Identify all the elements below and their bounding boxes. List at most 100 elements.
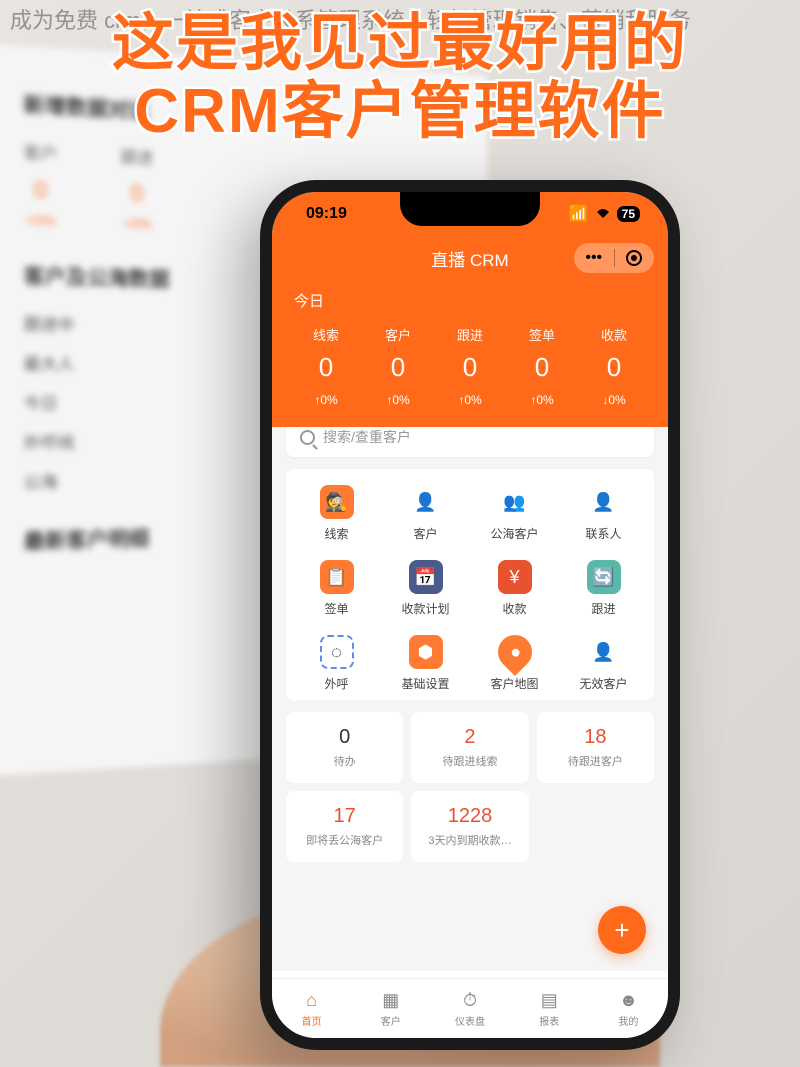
nav-me[interactable]: ☻ 我的 xyxy=(589,979,668,1038)
module-label: 线索 xyxy=(324,525,348,542)
task-num: 18 xyxy=(543,726,648,749)
invalid-icon: 👤 xyxy=(587,635,621,669)
settings-icon: ⬢ xyxy=(409,635,443,669)
stat-item-签单[interactable]: 签单 0 ↑0% xyxy=(506,325,578,407)
stat-pct: ↑0% xyxy=(434,393,506,407)
nav-home[interactable]: ⌂首页 xyxy=(272,979,351,1038)
nav-reports[interactable]: ▤报表 xyxy=(510,979,589,1038)
module-customer-map[interactable]: ●客户地图 xyxy=(472,635,557,692)
stat-value: 0 xyxy=(434,352,506,383)
task-grid: 17即将丢公海客户 1228 3天内到期收款… xyxy=(286,791,654,862)
bottom-nav: ⌂首页 ▦ 客户 ⏱ 仪表盘 ▤报表 ☻ 我的 xyxy=(272,978,668,1038)
stat-item-客户[interactable]: 客户0↑0% xyxy=(362,325,434,407)
module-label: 收款计划 xyxy=(401,600,449,617)
task-label: 待跟进线索 xyxy=(417,753,522,769)
module-label: 联系人 xyxy=(585,525,621,542)
module-outbound[interactable]: ◌ 外呼 xyxy=(294,635,379,692)
outbound-icon: ◌ xyxy=(320,635,354,669)
stat-label: 线索 xyxy=(290,325,362,344)
sign-icon: 📋 xyxy=(320,560,354,594)
module-settings[interactable]: ⬢ 基础设置 xyxy=(383,635,468,692)
nav-label: 仪表盘 xyxy=(455,1013,485,1028)
customer-map-icon: ● xyxy=(490,628,538,676)
nav-customers[interactable]: ▦ 客户 xyxy=(351,979,430,1038)
dashboard-icon: ⏱ xyxy=(463,990,477,1011)
nav-label: 首页 xyxy=(302,1013,322,1028)
module-label: 签单 xyxy=(324,600,348,617)
capsule-close-button[interactable] xyxy=(615,250,655,266)
desktop-col-pct: +0% xyxy=(23,211,57,229)
wifi-icon xyxy=(595,208,611,220)
stat-label: 签单 xyxy=(506,325,578,344)
capsule-menu-button[interactable]: ••• xyxy=(574,249,614,267)
stat-item-跟进[interactable]: 跟进 0 ↑0% xyxy=(434,325,506,407)
today-stats-panel: 今日 线索0↑0%客户0↑0%跟进0↑0%签单0↑0%收款0↓0% xyxy=(272,280,668,427)
search-placeholder: 搜索/查重客户 xyxy=(323,427,411,447)
stat-item-收款[interactable]: 收款0↓0% xyxy=(578,325,650,407)
desktop-col-label: 跟进 xyxy=(120,143,153,169)
phone-screen: 09:19 📶 75 直播 CRM ••• 今日 线索0↑0%客户0↑0%跟进0… xyxy=(272,192,668,1038)
stat-label: 跟进 xyxy=(434,325,506,344)
nav-label: 客户 xyxy=(381,1013,401,1028)
module-payment[interactable]: ¥收款 xyxy=(472,560,557,617)
phone-frame: 09:19 📶 75 直播 CRM ••• 今日 线索0↑0%客户0↑0%跟进0… xyxy=(260,180,680,1050)
stat-item-线索[interactable]: 线索0↑0% xyxy=(290,325,362,407)
module-customer[interactable]: 👤 客户 xyxy=(383,485,468,542)
module-label: 收款 xyxy=(502,600,526,617)
search-box[interactable]: 搜索/查重客户 xyxy=(286,427,654,457)
module-label: 外呼 xyxy=(324,675,348,692)
task-num: 1228 xyxy=(417,805,522,828)
task-label: 待跟进客户 xyxy=(543,753,648,769)
followup-icon: 🔄 xyxy=(587,560,621,594)
headline-line: CRM客户管理软件 xyxy=(0,78,800,146)
task-card[interactable]: 0待办 xyxy=(286,712,403,783)
nav-label: 我的 xyxy=(618,1013,638,1028)
module-sign[interactable]: 📋 签单 xyxy=(294,560,379,617)
reports-icon: ▤ xyxy=(541,990,558,1011)
add-button[interactable]: + xyxy=(598,906,646,954)
task-label: 待办 xyxy=(292,753,397,769)
app-title: 直播 CRM xyxy=(431,246,508,271)
battery-indicator: 75 xyxy=(617,206,640,222)
phone-notch xyxy=(400,192,540,226)
public-customer-icon: 👥 xyxy=(498,485,532,519)
task-grid: 0待办 2 待跟进线索 18 待跟进客户 xyxy=(286,712,654,783)
me-icon: ☻ xyxy=(619,990,638,1011)
task-label: 即将丢公海客户 xyxy=(292,832,397,848)
module-payment-plan[interactable]: 📅 收款计划 xyxy=(383,560,468,617)
desktop-col-value: 0 xyxy=(23,176,57,204)
task-card[interactable]: 17即将丢公海客户 xyxy=(286,791,403,862)
module-contact[interactable]: 👤 联系人 xyxy=(561,485,646,542)
stat-value: 0 xyxy=(506,352,578,383)
stat-pct: ↑0% xyxy=(506,393,578,407)
module-label: 客户地图 xyxy=(490,675,538,692)
signal-icon: 📶 xyxy=(569,204,589,224)
module-grid: 🕵线索 👤 客户 👥 公海客户 👤 联系人 📋 签单 📅 收款计划 ¥收款🔄跟进 ◌ 外呼 ⬢ 基础设置 ●客户… xyxy=(286,469,654,700)
stat-pct: ↑0% xyxy=(362,393,434,407)
stat-label: 客户 xyxy=(362,325,434,344)
customers-icon: ▦ xyxy=(382,990,399,1011)
stat-value: 0 xyxy=(578,352,650,383)
stats-day-label[interactable]: 今日 xyxy=(290,290,650,311)
module-label: 客户 xyxy=(413,525,437,542)
desktop-col-value: 0 xyxy=(120,180,153,208)
task-card[interactable]: 2 待跟进线索 xyxy=(411,712,528,783)
miniprogram-capsule: ••• xyxy=(574,243,654,273)
module-invalid[interactable]: 👤无效客户 xyxy=(561,635,646,692)
desktop-col-pct: +0% xyxy=(120,215,153,232)
module-public-customer[interactable]: 👥 公海客户 xyxy=(472,485,557,542)
nav-dashboard[interactable]: ⏱ 仪表盘 xyxy=(430,979,509,1038)
task-num: 2 xyxy=(417,726,522,749)
module-label: 基础设置 xyxy=(401,675,449,692)
module-label: 公海客户 xyxy=(490,525,538,542)
module-followup[interactable]: 🔄跟进 xyxy=(561,560,646,617)
miniprogram-header: 直播 CRM ••• xyxy=(272,236,668,280)
task-label: 3天内到期收款… xyxy=(417,832,522,848)
task-card[interactable]: 1228 3天内到期收款… xyxy=(411,791,528,862)
module-lead[interactable]: 🕵线索 xyxy=(294,485,379,542)
payment-plan-icon: 📅 xyxy=(409,560,443,594)
task-card[interactable]: 18 待跟进客户 xyxy=(537,712,654,783)
customer-icon: 👤 xyxy=(409,485,443,519)
close-icon xyxy=(626,250,642,266)
contact-icon: 👤 xyxy=(587,485,621,519)
